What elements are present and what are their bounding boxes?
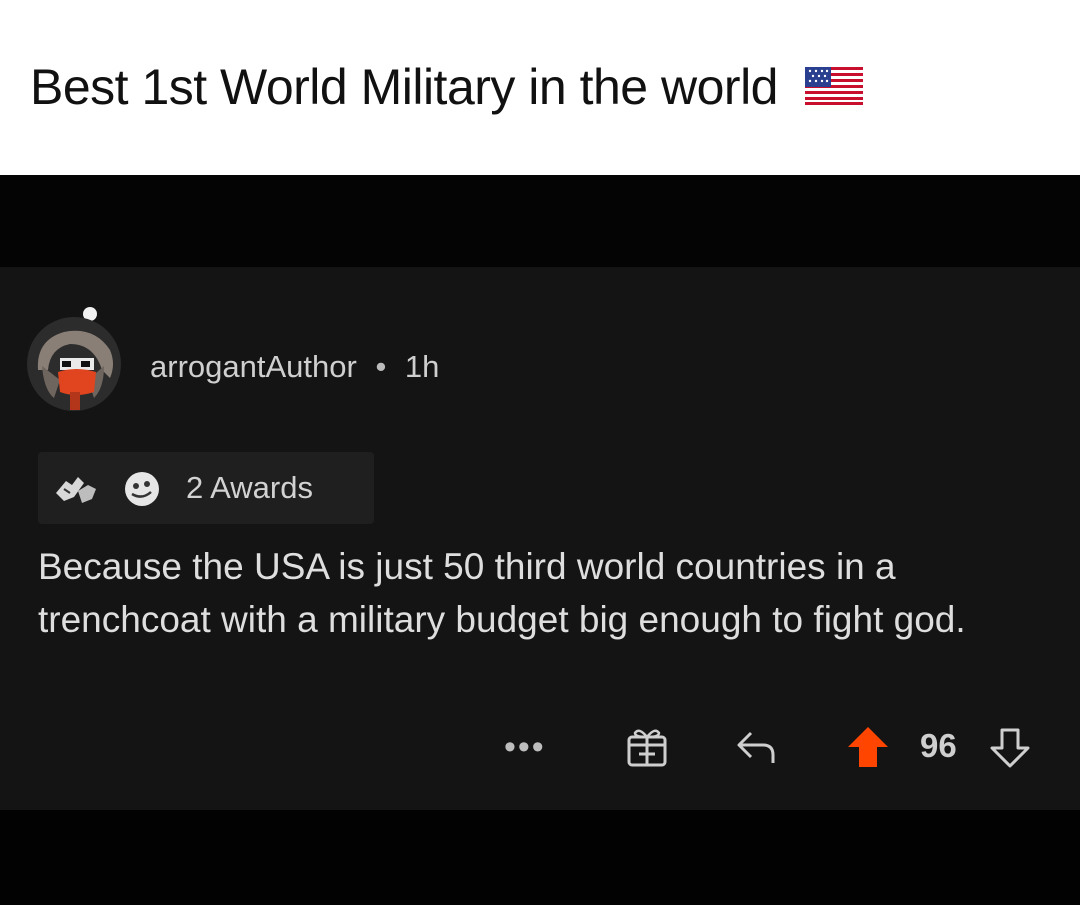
meme-caption: Best 1st World Military in the world [0, 0, 1080, 175]
vote-count: 96 [920, 727, 957, 764]
award-hands-icon [52, 471, 108, 512]
comment-actions: ••• 96 [0, 712, 1080, 782]
comment-header: arrogantAuthor • 1h [150, 349, 439, 385]
award-face-icon [122, 470, 162, 513]
awards-bar[interactable]: 2 Awards [38, 452, 374, 524]
caption-text: Best 1st World Military in the world [30, 59, 779, 115]
separator-dot: • [375, 349, 387, 384]
timestamp: 1h [404, 349, 440, 384]
comment-body: Because the USA is just 50 third world c… [38, 546, 966, 640]
downvote-icon[interactable] [988, 726, 1032, 775]
top-bar [0, 175, 1080, 267]
more-options-button[interactable]: ••• [504, 730, 546, 764]
author-name[interactable]: arrogantAuthor [150, 349, 357, 384]
gift-icon[interactable] [625, 725, 669, 774]
reply-icon[interactable] [735, 727, 781, 772]
avatar[interactable] [24, 300, 124, 412]
awards-label: 2 Awards [186, 470, 313, 505]
us-flag-icon [805, 59, 864, 117]
bottom-bar [0, 810, 1080, 905]
upvote-icon[interactable] [846, 725, 890, 774]
